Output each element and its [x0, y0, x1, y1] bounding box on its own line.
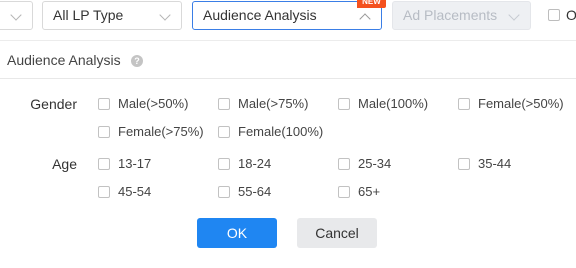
chevron-up-icon — [359, 13, 371, 25]
checkbox[interactable] — [98, 98, 110, 110]
age-label: Age — [52, 156, 77, 172]
checkbox[interactable] — [98, 158, 110, 170]
gender-option-label: Female(>75%) — [118, 124, 204, 139]
help-icon[interactable]: ? — [131, 55, 143, 67]
audience-analysis-panel: Audience Analysis ? — [0, 40, 576, 268]
filter-checkbox-label: O — [566, 7, 576, 23]
chevron-down-icon — [508, 9, 520, 21]
gender-option-label: Male(>50%) — [118, 96, 189, 111]
audience-select[interactable]: Audience Analysis — [192, 1, 382, 30]
panel-title: Audience Analysis — [7, 52, 121, 68]
gender-label: Gender — [30, 96, 77, 112]
age-option-label: 65+ — [358, 184, 381, 199]
checkbox[interactable] — [98, 186, 110, 198]
gender-option-label: Male(>75%) — [238, 96, 309, 111]
age-option-label: 35-44 — [478, 156, 512, 171]
age-option-label: 55-64 — [238, 184, 272, 199]
audience-select-value: Audience Analysis — [203, 7, 317, 23]
ad-placements-select-value: Ad Placements — [403, 7, 498, 23]
ad-placements-select[interactable]: Ad Placements — [392, 1, 531, 30]
age-option-label: 18-24 — [238, 156, 272, 171]
checkbox[interactable] — [458, 98, 470, 110]
cancel-button[interactable]: Cancel — [297, 218, 377, 248]
gender-option-label: Female(>50%) — [478, 96, 564, 111]
checkbox[interactable] — [338, 158, 350, 170]
age-option-label: 45-54 — [118, 184, 152, 199]
checkbox[interactable] — [458, 158, 470, 170]
checkbox[interactable] — [218, 126, 230, 138]
gender-option-label: Male(100%) — [358, 96, 429, 111]
filter-checkbox[interactable] — [548, 9, 560, 21]
chevron-down-icon — [10, 9, 22, 21]
chevron-down-icon — [159, 9, 171, 21]
age-option-label: 25-34 — [358, 156, 392, 171]
filter-select-partial[interactable] — [0, 1, 33, 30]
filter-bar: All LP Type Audience Analysis NEW Ad Pla… — [0, 0, 576, 34]
lp-type-select-value: All LP Type — [53, 7, 124, 23]
new-badge: NEW — [357, 0, 386, 8]
panel-header: Audience Analysis ? — [0, 41, 576, 79]
checkbox[interactable] — [218, 186, 230, 198]
lp-type-select[interactable]: All LP Type — [42, 1, 182, 30]
ok-button[interactable]: OK — [197, 218, 277, 248]
age-option-label: 13-17 — [118, 156, 152, 171]
checkbox[interactable] — [218, 98, 230, 110]
checkbox[interactable] — [338, 98, 350, 110]
gender-option-label: Female(100%) — [238, 124, 324, 139]
checkbox[interactable] — [218, 158, 230, 170]
checkbox[interactable] — [338, 186, 350, 198]
checkbox[interactable] — [98, 126, 110, 138]
